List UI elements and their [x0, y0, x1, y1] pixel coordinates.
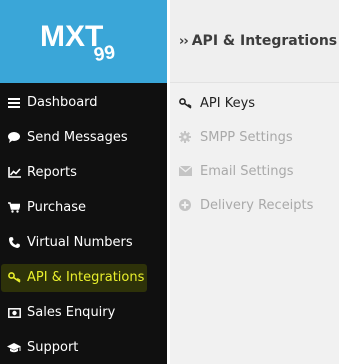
- submenu-item-label: API Keys: [200, 95, 256, 111]
- gear-icon: [178, 130, 192, 144]
- submenu-list: API Keys SMPP Settings Email Settings De…: [170, 86, 339, 222]
- sidebar-item-label: Reports: [27, 165, 77, 180]
- logo[interactable]: MXT 99: [0, 0, 167, 83]
- sidebar-item-purchase[interactable]: Purchase: [0, 190, 167, 225]
- sidebar-item-label: Send Messages: [27, 130, 128, 145]
- menu-icon: [7, 96, 21, 110]
- sidebar-item-api-integrations[interactable]: API & Integrations: [0, 260, 167, 295]
- line-chart-icon: [7, 166, 21, 180]
- sidebar-item-sales-enquiry[interactable]: Sales Enquiry: [0, 295, 167, 330]
- sidebar-item-virtual-numbers[interactable]: Virtual Numbers: [0, 225, 167, 260]
- sidebar-item-label: Virtual Numbers: [27, 235, 133, 250]
- phone-icon: [7, 236, 21, 250]
- sidebar-item-label: Dashboard: [27, 95, 98, 110]
- sidebar-item-label: Purchase: [27, 200, 87, 215]
- plus-circle-icon: [178, 198, 192, 212]
- sidebar-item-label: Sales Enquiry: [27, 305, 116, 320]
- money-icon: [7, 306, 21, 320]
- sidebar-nav: Dashboard Send Messages Reports Purchase…: [0, 85, 167, 364]
- submenu-item-label: Delivery Receipts: [200, 197, 314, 213]
- cart-icon: [7, 201, 21, 215]
- submenu-item-label: Email Settings: [200, 163, 294, 179]
- mxt-logo-icon: MXT 99: [40, 20, 117, 66]
- submenu-item-label: SMPP Settings: [200, 129, 293, 145]
- submenu-item-api-keys[interactable]: API Keys: [170, 86, 339, 120]
- key-icon: [7, 271, 21, 285]
- page-title: API & Integrations: [191, 33, 338, 49]
- sidebar-item-label: Support: [27, 340, 79, 355]
- sidebar-item-label: API & Integrations: [27, 270, 145, 285]
- chat-bubble-icon: [7, 131, 21, 145]
- key-icon: [178, 96, 192, 110]
- sidebar-item-support[interactable]: Support: [0, 330, 167, 364]
- panel-header: ›› API & Integrations: [170, 0, 339, 83]
- envelope-icon: [178, 164, 192, 178]
- graduation-cap-icon: [7, 341, 21, 355]
- sidebar-item-send-messages[interactable]: Send Messages: [0, 120, 167, 155]
- logo-mark: 99: [92, 42, 116, 66]
- sidebar-item-dashboard[interactable]: Dashboard: [0, 85, 167, 120]
- submenu-panel: ›› API & Integrations API Keys SMPP Sett…: [170, 0, 339, 364]
- sidebar: MXT 99 Dashboard Send Messages Reports P…: [0, 0, 167, 364]
- submenu-item-email-settings[interactable]: Email Settings: [170, 154, 339, 188]
- submenu-item-smpp-settings[interactable]: SMPP Settings: [170, 120, 339, 154]
- breadcrumb-chevron: ››: [179, 33, 189, 49]
- submenu-item-delivery-receipts[interactable]: Delivery Receipts: [170, 188, 339, 222]
- sidebar-item-reports[interactable]: Reports: [0, 155, 167, 190]
